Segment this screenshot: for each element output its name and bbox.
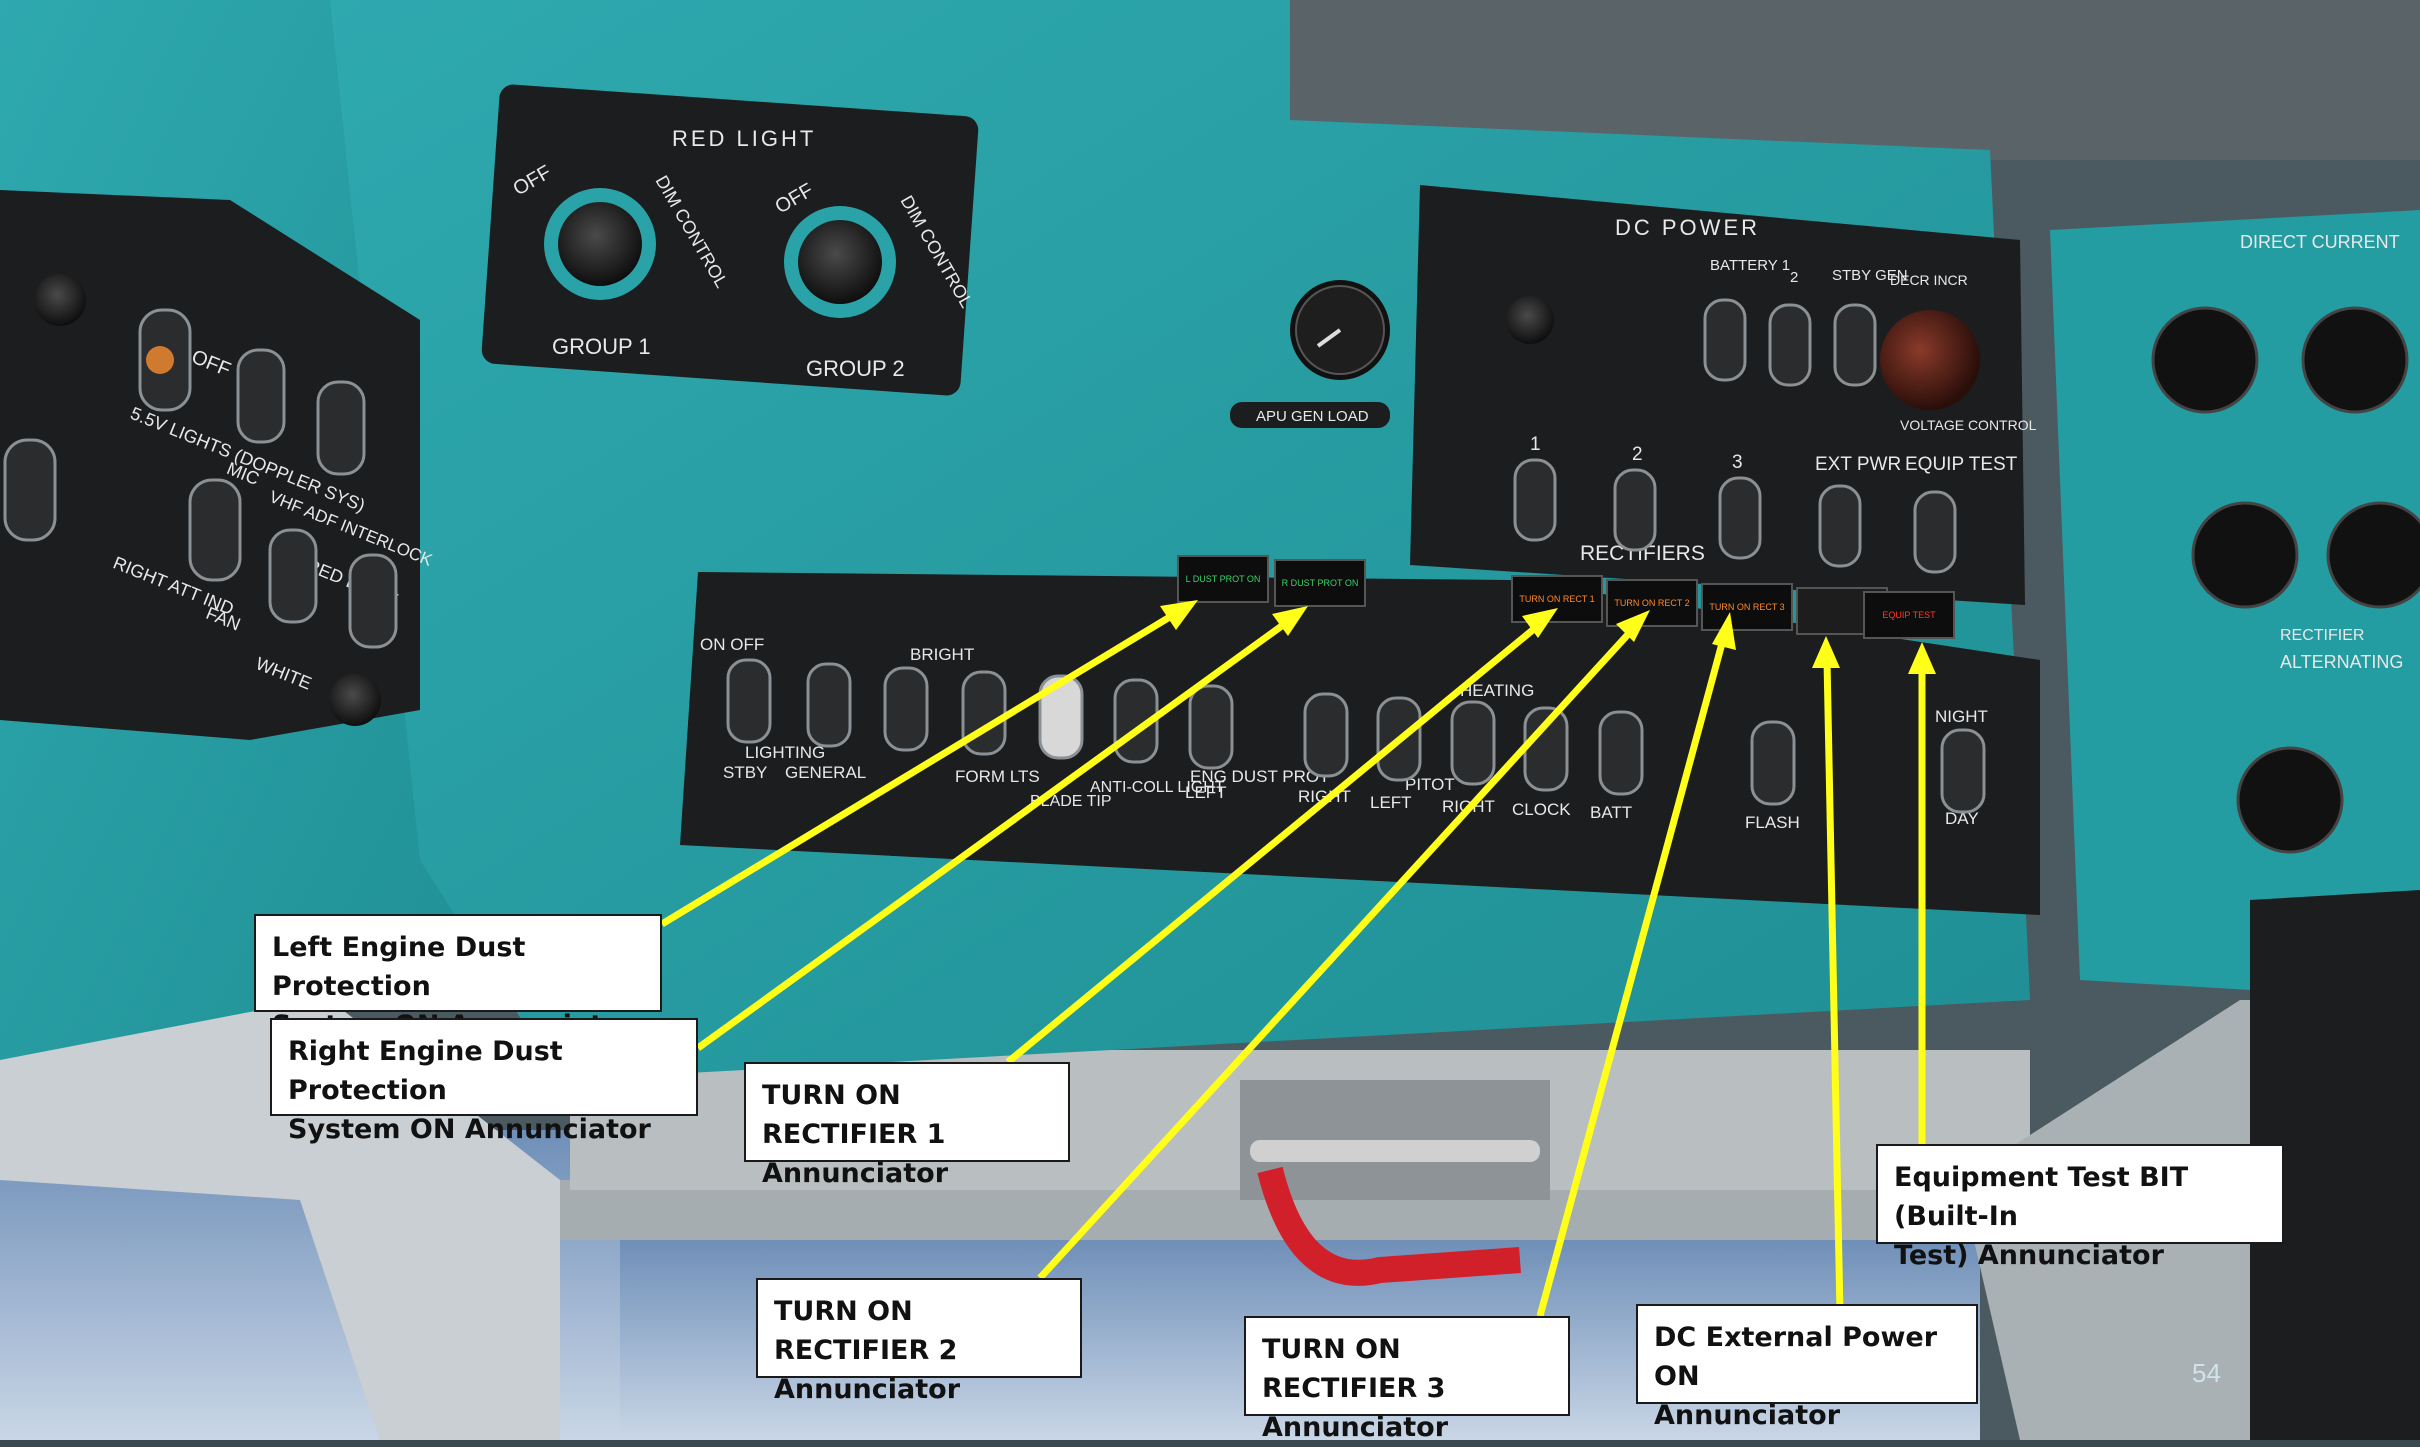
svg-text:TURN ON RECT 1: TURN ON RECT 1	[1519, 594, 1594, 604]
svg-text:DC POWER: DC POWER	[1615, 215, 1760, 240]
svg-text:BATTERY 1: BATTERY 1	[1710, 257, 1790, 274]
svg-text:GROUP 2: GROUP 2	[806, 356, 905, 381]
svg-text:TURN ON RECT 3: TURN ON RECT 3	[1709, 602, 1784, 612]
svg-text:GROUP 1: GROUP 1	[552, 334, 651, 359]
annunciator-l-dust: L DUST PROT ON	[1177, 555, 1269, 603]
red-light-panel: RED LIGHT GROUP 1 GROUP 2 OFF OFF DIM CO…	[481, 84, 979, 396]
svg-text:ON OFF: ON OFF	[700, 635, 764, 654]
svg-text:GENERAL: GENERAL	[785, 763, 866, 782]
svg-text:FLASH: FLASH	[1745, 813, 1800, 832]
callout-rect2: TURN ON RECTIFIER 2 Annunciator	[756, 1278, 1082, 1405]
svg-text:FORM LTS: FORM LTS	[955, 767, 1040, 786]
annunciator-rect2: TURN ON RECT 2	[1606, 579, 1698, 627]
svg-text:EQUIP TEST: EQUIP TEST	[1882, 610, 1936, 620]
annunciator-rect3: TURN ON RECT 3	[1701, 583, 1793, 631]
svg-text:RED LIGHT: RED LIGHT	[672, 126, 816, 151]
svg-text:3: 3	[1732, 452, 1743, 473]
svg-text:EXT PWR: EXT PWR	[1815, 454, 1901, 475]
callout-rect3: TURN ON RECTIFIER 3 Annunciator	[1244, 1316, 1570, 1443]
page-number: 54	[2192, 1358, 2221, 1388]
svg-text:VOLTAGE CONTROL: VOLTAGE CONTROL	[1900, 417, 2037, 433]
callout-equip-test: Equipment Test BIT (Built-In Test) Annun…	[1876, 1144, 2284, 1271]
callout-right-dust: Right Engine Dust Protection System ON A…	[270, 1018, 698, 1145]
callout-dc-ext: DC External Power ON Annunciator	[1636, 1304, 1978, 1431]
svg-text:R DUST PROT ON: R DUST PROT ON	[1282, 578, 1359, 588]
svg-text:NIGHT: NIGHT	[1935, 707, 1988, 726]
svg-text:1: 1	[1530, 434, 1541, 455]
svg-text:ALTERNATING: ALTERNATING	[2280, 652, 2403, 672]
callout-rect1: TURN ON RECTIFIER 1 Annunciator	[744, 1062, 1070, 1189]
svg-text:2: 2	[1790, 269, 1798, 286]
svg-text:LEFT: LEFT	[1370, 793, 1412, 812]
annunciator-rect1: TURN ON RECT 1	[1511, 575, 1603, 623]
svg-text:BRIGHT: BRIGHT	[910, 645, 974, 664]
svg-text:CLOCK: CLOCK	[1512, 800, 1571, 819]
svg-text:STBY: STBY	[723, 763, 767, 782]
svg-text:LEFT: LEFT	[1185, 783, 1227, 802]
annunciator-r-dust: R DUST PROT ON	[1274, 559, 1366, 607]
svg-text:L DUST PROT ON: L DUST PROT ON	[1186, 574, 1261, 584]
svg-text:LIGHTING: LIGHTING	[745, 743, 825, 762]
svg-text:EQUIP TEST: EQUIP TEST	[1905, 454, 2018, 475]
svg-text:DECR INCR: DECR INCR	[1890, 272, 1968, 288]
svg-text:TURN ON RECT 2: TURN ON RECT 2	[1614, 598, 1689, 608]
svg-text:APU GEN LOAD: APU GEN LOAD	[1256, 408, 1369, 425]
svg-text:DIRECT CURRENT: DIRECT CURRENT	[2240, 232, 2400, 252]
callout-left-dust: Left Engine Dust Protection System ON An…	[254, 914, 662, 1041]
dc-power-panel: DC POWER RECTIFIERS BATTERY 1 2 STBY GEN…	[1410, 185, 2037, 605]
svg-text:RECTIFIER: RECTIFIER	[2280, 627, 2364, 644]
svg-text:BATT: BATT	[1590, 803, 1632, 822]
svg-text:2: 2	[1632, 444, 1643, 465]
annunciator-equip-test: EQUIP TEST	[1863, 591, 1955, 639]
